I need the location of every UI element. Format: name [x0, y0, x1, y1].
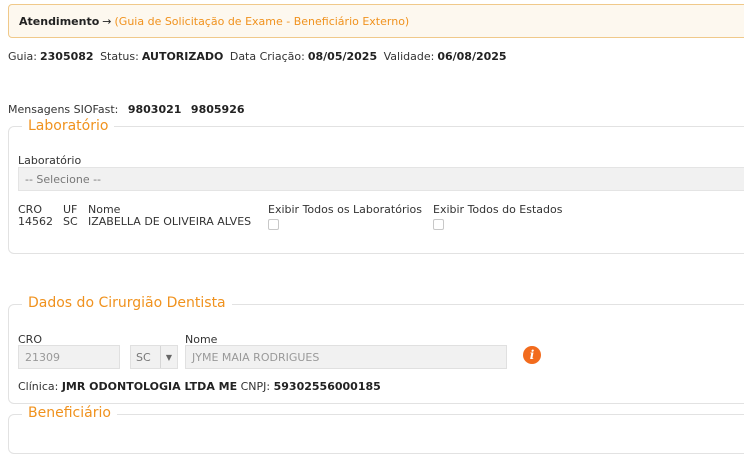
lab-uf-value: SC	[63, 215, 78, 228]
mensagem-code: 9805926	[190, 103, 245, 116]
exibir-todos-labs-label: Exibir Todos os Laboratórios	[268, 203, 422, 216]
status-label: Status:	[100, 50, 139, 63]
exibir-todos-labs-checkbox[interactable]	[268, 219, 279, 230]
cirurgiao-nome-input[interactable]: JYME MAIA RODRIGUES	[185, 345, 507, 369]
breadcrumb: Atendimento → (Guia de Solicitação de Ex…	[8, 4, 744, 38]
guia-info-row: Guia: 2305082 Status: AUTORIZADO Data Cria…	[8, 50, 510, 63]
cirurgiao-uf-select[interactable]: SC ▼	[130, 345, 178, 369]
status-value: AUTORIZADO	[141, 50, 224, 63]
mensagem-code: 9803021	[127, 103, 182, 116]
clinica-label: Clínica:	[18, 380, 59, 393]
data-criacao-value: 08/05/2025	[307, 50, 378, 63]
laboratorio-select[interactable]: -- Selecione --	[18, 167, 744, 191]
guia-value: 2305082	[40, 50, 94, 63]
exibir-todos-estados-label: Exibir Todos do Estados	[433, 203, 563, 216]
cirurgiao-nome-value: JYME MAIA RODRIGUES	[192, 351, 320, 364]
info-icon[interactable]: i	[523, 346, 541, 364]
cirurgiao-cro-value: 21309	[25, 351, 60, 364]
cnpj-label: CNPJ:	[240, 380, 271, 393]
breadcrumb-current: (Guia de Solicitação de Exame - Benefici…	[114, 14, 410, 28]
cnpj-value: 59302556000185	[273, 380, 381, 393]
lab-nome-value: IZABELLA DE OLIVEIRA ALVES	[88, 215, 252, 228]
cirurgiao-legend: Dados do Cirurgião Dentista	[22, 295, 232, 311]
clinica-value: JMR ODONTOLOGIA LTDA ME	[61, 380, 238, 393]
exibir-todos-estados-checkbox[interactable]	[433, 219, 444, 230]
mensagens-label: Mensagens SIOFast:	[8, 103, 119, 116]
chevron-down-icon: ▼	[160, 346, 177, 368]
beneficiario-legend: Beneficiário	[22, 405, 117, 421]
laboratorio-legend: Laboratório	[22, 118, 115, 134]
guia-label: Guia:	[8, 50, 37, 63]
validade-value: 06/08/2025	[437, 50, 507, 63]
breadcrumb-arrow-icon: →	[102, 14, 112, 28]
clinica-row: Clínica: JMR ODONTOLOGIA LTDA ME CNPJ: 5…	[18, 380, 381, 393]
laboratorio-select-label: Laboratório	[18, 154, 82, 167]
validade-label: Validade:	[383, 50, 435, 63]
beneficiario-fieldset	[8, 414, 744, 454]
mensagens-row: Mensagens SIOFast: 9803021 9805926	[8, 103, 245, 116]
laboratorio-select-value: -- Selecione --	[25, 173, 102, 186]
cirurgiao-uf-value: SC	[136, 351, 151, 364]
cirurgiao-cro-input[interactable]: 21309	[18, 345, 120, 369]
data-criacao-label: Data Criação:	[229, 50, 305, 63]
breadcrumb-main[interactable]: Atendimento	[19, 15, 99, 28]
lab-cro-value: 14562	[18, 215, 53, 228]
